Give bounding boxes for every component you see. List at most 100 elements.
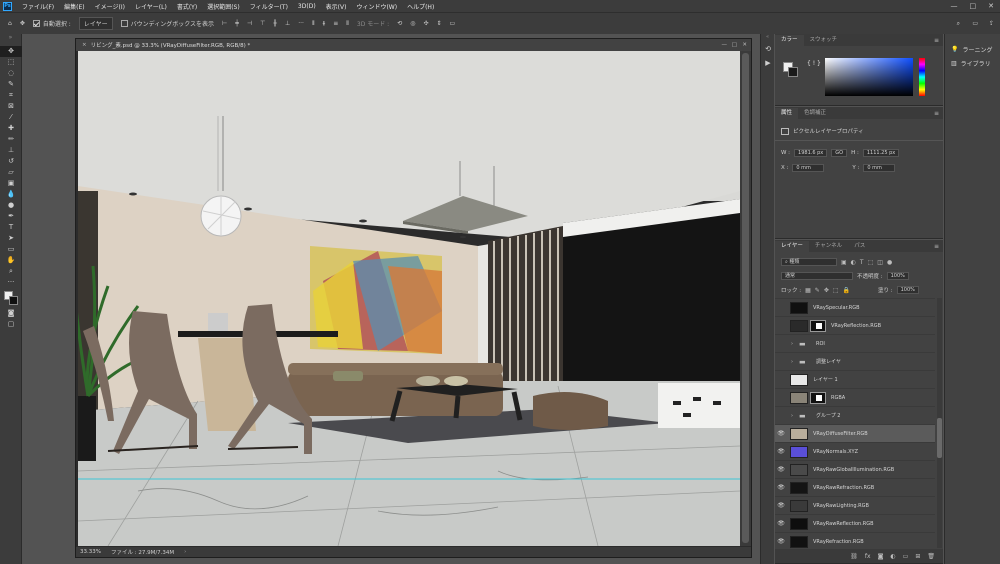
adjustment-layer-icon[interactable]: ◐ bbox=[890, 553, 895, 560]
layer-thumbnail[interactable] bbox=[790, 319, 808, 332]
path-select-tool-icon[interactable]: ➤ bbox=[0, 233, 22, 244]
auto-select-checkbox[interactable] bbox=[32, 20, 40, 27]
new-layer-icon[interactable]: ⊞ bbox=[915, 553, 920, 560]
visibility-eye-icon[interactable]: 👁 bbox=[775, 484, 787, 491]
rectangle-tool-icon[interactable]: ▭ bbox=[0, 244, 22, 255]
visibility-eye-icon[interactable]: 👁 bbox=[775, 322, 787, 329]
layer-thumbnail[interactable] bbox=[790, 481, 808, 494]
visibility-eye-icon[interactable]: 👁 bbox=[775, 412, 787, 419]
gamut-warning-icon[interactable]: { ! } bbox=[807, 60, 821, 67]
visibility-eye-icon[interactable]: 👁 bbox=[775, 466, 787, 473]
history-brush-tool-icon[interactable]: ↺ bbox=[0, 156, 22, 167]
doc-close-icon[interactable]: ✕ bbox=[742, 42, 747, 48]
layer-thumbnail[interactable] bbox=[790, 517, 808, 530]
more-options-icon[interactable]: ··· bbox=[298, 20, 304, 27]
layer-thumbnail[interactable] bbox=[790, 427, 808, 440]
distribute-2-icon[interactable]: ⫵ bbox=[322, 20, 325, 28]
menu-type[interactable]: 書式(Y) bbox=[177, 2, 197, 11]
strip-collapse-icon[interactable]: « bbox=[761, 34, 774, 42]
layer-thumbnail[interactable] bbox=[790, 499, 808, 512]
3d-roll-icon[interactable]: ◎ bbox=[410, 20, 415, 27]
lock-artboard-icon[interactable]: ⬚ bbox=[833, 287, 839, 294]
layer-row[interactable]: 👁 › ▬ ROI bbox=[775, 334, 935, 352]
height-field[interactable]: 1111.25 px bbox=[862, 149, 900, 157]
quick-select-tool-icon[interactable]: ✎ bbox=[0, 79, 22, 90]
link-layers-icon[interactable]: ⛓ bbox=[850, 553, 858, 560]
3d-scale-icon[interactable]: ▭ bbox=[450, 20, 456, 27]
tab-layers[interactable]: レイヤー bbox=[775, 241, 809, 252]
menu-window[interactable]: ウィンドウ(W) bbox=[356, 2, 397, 11]
menu-file[interactable]: ファイル(F) bbox=[22, 2, 54, 11]
filter-shape-icon[interactable]: ⬚ bbox=[868, 259, 874, 266]
tab-properties[interactable]: 属性 bbox=[775, 108, 799, 119]
color-swatches[interactable] bbox=[0, 288, 21, 308]
layer-thumbnail[interactable] bbox=[790, 301, 808, 314]
scrollbar-thumb[interactable] bbox=[742, 53, 749, 543]
libraries-panel-button[interactable]: ▥ ライブラリ bbox=[945, 56, 1000, 70]
history-icon[interactable]: ⟲ bbox=[761, 42, 775, 56]
show-transform-option[interactable]: バウンディングボックスを表示 bbox=[120, 19, 214, 28]
zoom-level[interactable]: 33.33% bbox=[80, 549, 101, 555]
menu-filter[interactable]: フィルター(T) bbox=[250, 2, 288, 11]
crop-tool-icon[interactable]: ⌗ bbox=[0, 90, 22, 101]
minimize-button[interactable]: — bbox=[951, 0, 958, 12]
dodge-tool-icon[interactable]: ● bbox=[0, 200, 22, 211]
color-picker-field[interactable] bbox=[825, 58, 913, 96]
tab-paths[interactable]: パス bbox=[848, 241, 871, 252]
frame-tool-icon[interactable]: ⊠ bbox=[0, 101, 22, 112]
menu-edit[interactable]: 編集(E) bbox=[64, 2, 84, 11]
menu-layer[interactable]: レイヤー(L) bbox=[135, 2, 167, 11]
layer-row[interactable]: 👁 VRaySpecular.RGB bbox=[775, 298, 935, 316]
layer-row[interactable]: 👁 RGBA bbox=[775, 388, 935, 406]
photoshop-logo-icon[interactable]: Ps bbox=[3, 1, 12, 11]
layer-row[interactable]: 👁 VRayRawReflection.RGB bbox=[775, 514, 935, 532]
filter-toggle-icon[interactable]: ● bbox=[887, 259, 892, 266]
lock-transparency-icon[interactable]: ▦ bbox=[805, 287, 811, 294]
share-icon[interactable]: ⇪ bbox=[989, 20, 994, 27]
menu-3d[interactable]: 3D(D) bbox=[298, 3, 316, 10]
show-transform-checkbox[interactable] bbox=[120, 20, 128, 27]
file-info[interactable]: ファイル : 27.9M/7.34M bbox=[111, 548, 174, 556]
tab-swatches[interactable]: スウォッチ bbox=[804, 35, 844, 46]
actions-icon[interactable]: ▶ bbox=[761, 56, 775, 70]
zoom-tool-icon[interactable]: ⌕ bbox=[0, 266, 22, 277]
layers-scrollbar[interactable] bbox=[937, 298, 942, 548]
visibility-eye-icon[interactable]: 👁 bbox=[775, 502, 787, 509]
blur-tool-icon[interactable]: 💧 bbox=[0, 189, 22, 200]
visibility-eye-icon[interactable]: 👁 bbox=[775, 538, 787, 545]
type-tool-icon[interactable]: T bbox=[0, 222, 22, 233]
group-expand-chevron-icon[interactable]: › bbox=[791, 341, 793, 347]
align-center-icon[interactable]: ╪ bbox=[235, 20, 239, 27]
layers-scrollbar-thumb[interactable] bbox=[937, 418, 942, 458]
layer-row[interactable]: 👁 VRayDiffuseFilter.RGB bbox=[775, 424, 935, 442]
layer-row[interactable]: 👁 › ▬ 調整レイヤ bbox=[775, 352, 935, 370]
menu-view[interactable]: 表示(V) bbox=[326, 2, 347, 11]
filter-type-icon[interactable]: T bbox=[860, 259, 864, 266]
lock-position-icon[interactable]: ✥ bbox=[824, 287, 829, 294]
group-expand-chevron-icon[interactable]: › bbox=[791, 413, 793, 419]
visibility-eye-icon[interactable]: 👁 bbox=[775, 304, 787, 311]
tab-channels[interactable]: チャンネル bbox=[809, 241, 848, 252]
y-field[interactable]: 0 mm bbox=[863, 164, 896, 172]
status-more-icon[interactable]: › bbox=[184, 549, 186, 555]
lock-pixels-icon[interactable]: ✎ bbox=[815, 287, 820, 294]
align-top-icon[interactable]: ⊤ bbox=[260, 20, 265, 27]
visibility-eye-icon[interactable]: 👁 bbox=[775, 340, 787, 347]
close-button[interactable]: ✕ bbox=[988, 0, 994, 12]
trash-icon[interactable]: 🗑 bbox=[927, 553, 935, 560]
layer-row[interactable]: 👁 VRayReflection.RGB bbox=[775, 316, 935, 334]
brush-tool-icon[interactable]: ✏ bbox=[0, 134, 22, 145]
width-field[interactable]: 1981.6 px bbox=[794, 149, 828, 157]
document-vertical-scrollbar[interactable] bbox=[740, 51, 751, 546]
layer-thumbnail[interactable] bbox=[790, 535, 808, 548]
canvas-image[interactable] bbox=[78, 51, 740, 546]
gradient-tool-icon[interactable]: ▣ bbox=[0, 178, 22, 189]
background-color-swatch[interactable] bbox=[9, 296, 18, 305]
layer-thumbnail[interactable] bbox=[790, 373, 808, 386]
move-tool-icon[interactable]: ✥ bbox=[0, 46, 22, 57]
move-tool-icon[interactable]: ✥ bbox=[20, 20, 25, 27]
healing-tool-icon[interactable]: ✚ bbox=[0, 123, 22, 134]
home-icon[interactable]: ⌂ bbox=[8, 20, 12, 27]
filter-smart-icon[interactable]: ◫ bbox=[877, 259, 883, 266]
layer-row[interactable]: 👁 › ▬ グループ 2 bbox=[775, 406, 935, 424]
